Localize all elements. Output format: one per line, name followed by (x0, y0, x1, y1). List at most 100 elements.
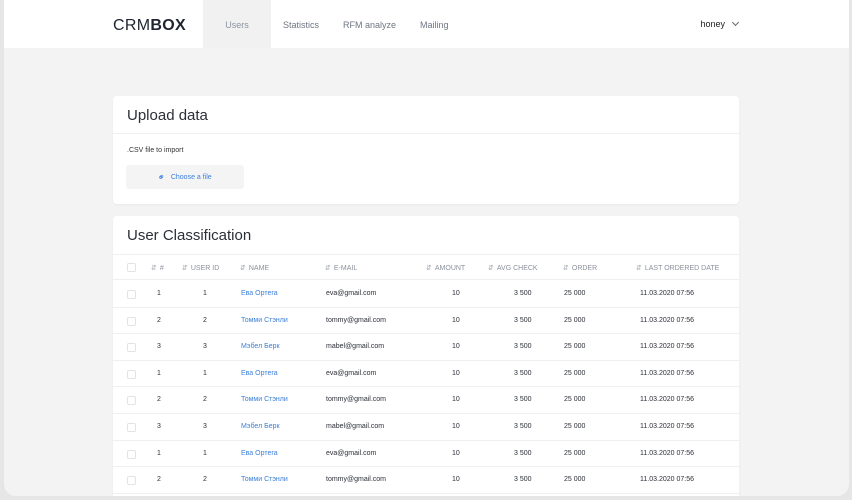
table-row[interactable]: 1 1 Ева Ортега eva@gmail.com 10 3 500 25 000 11… (113, 441, 739, 468)
row-checkbox[interactable] (127, 423, 136, 432)
cell-avg-check: 3 500 (514, 449, 532, 457)
cell-num: 2 (157, 316, 161, 324)
row-checkbox[interactable] (127, 476, 136, 486)
cell-num: 2 (157, 476, 161, 484)
cell-last-ordered-date: 11.03.2020 07:56 (640, 290, 694, 297)
table-row[interactable]: 3 3 Мэбел Берк mabel@gmail.com 10 3 500 25 000… (113, 334, 739, 361)
select-all-checkbox[interactable] (127, 263, 136, 272)
cell-order: 25 000 (564, 369, 586, 377)
cell-avg-check: 3 500 (514, 423, 532, 430)
nav-tab-rfm-analyze[interactable]: RFM analyze (331, 0, 408, 48)
cell-amount: 10 (452, 343, 460, 351)
column-header-avg-check[interactable]: ⇵ AVG CHECK (488, 255, 538, 281)
cell-name[interactable]: Томми Стэнли (241, 387, 288, 413)
cell-email: eva@gmail.com (326, 369, 377, 377)
cell-user-id: 2 (203, 316, 207, 324)
top-navbar: CRMBOX Users Statistics RFM analyze Mail… (4, 0, 849, 48)
cell-num: 1 (157, 369, 161, 377)
logo[interactable]: CRMBOX (113, 17, 186, 35)
column-header-name[interactable]: ⇵ NAME (240, 255, 269, 281)
cell-name[interactable]: Томми Стэнли (241, 308, 288, 334)
table-row[interactable]: 3 3 Мэбел Берк mabel@gmail.com 10 3 500 25 000… (113, 414, 739, 441)
row-checkbox[interactable] (127, 290, 136, 299)
cell-name[interactable]: Ева Ортега (241, 361, 278, 387)
row-checkbox[interactable] (127, 396, 136, 406)
cell-avg-check: 3 500 (514, 396, 532, 404)
table-row[interactable]: 1 1 Ева Ортега eva@gmail.com 10 3 500 25 000 11… (113, 361, 739, 388)
cell-name[interactable]: Мэбел Берк (241, 334, 280, 360)
cell-user-id: 3 (203, 423, 207, 430)
choose-file-label: Choose a file (170, 173, 212, 181)
cell-last-ordered-date: 11.03.2020 07:56 (640, 449, 694, 457)
cell-order: 25 000 (564, 290, 586, 297)
cell-amount: 10 (452, 476, 460, 484)
sort-icon: ⇵ (636, 265, 642, 272)
sort-icon: ⇵ (563, 265, 569, 272)
cell-order: 25 000 (564, 423, 586, 430)
upload-title: Upload data (113, 96, 739, 134)
chevron-down-icon (731, 18, 740, 27)
cell-user-id: 2 (203, 476, 207, 484)
cell-num: 1 (157, 449, 161, 457)
cell-avg-check: 3 500 (514, 316, 532, 324)
column-header-order[interactable]: ⇵ ORDER (563, 255, 597, 281)
sort-icon: ⇵ (240, 265, 246, 272)
classification-title: User Classification (127, 227, 252, 244)
table-row[interactable]: 1 1 Ева Ортега eva@gmail.com 10 3 500 25 000 11… (113, 281, 739, 308)
column-header-amount[interactable]: ⇵ AMOUNT (426, 255, 465, 281)
row-checkbox[interactable] (127, 369, 136, 379)
cell-email: tommy@gmail.com (326, 476, 387, 484)
cell-order: 25 000 (564, 396, 586, 404)
column-header-user-id[interactable]: ⇵ USER ID (182, 255, 219, 281)
nav-tab-users[interactable]: Users (203, 0, 271, 48)
column-header-email[interactable]: ⇵ E-MAIL (325, 255, 357, 281)
nav-tab-mailing[interactable]: Mailing (408, 0, 461, 48)
cell-name[interactable]: Мэбел Берк (241, 414, 280, 440)
link-icon: ⚭ (155, 170, 168, 183)
cell-email: mabel@gmail.com (326, 343, 385, 351)
cell-user-id: 1 (203, 449, 207, 457)
cell-avg-check: 3 500 (514, 369, 532, 377)
sort-icon: ⇵ (426, 265, 432, 272)
nav-tab-statistics[interactable]: Statistics (271, 0, 331, 48)
cell-user-id: 3 (203, 343, 207, 351)
cell-avg-check: 3 500 (514, 343, 532, 351)
cell-name[interactable]: Ева Ортега (241, 441, 278, 467)
cell-amount: 10 (452, 316, 460, 324)
app-window: CRMBOX Users Statistics RFM analyze Mail… (4, 0, 849, 496)
table-row[interactable]: 2 2 Томми Стэнли tommy@gmail.com 10 3 500 25 0… (113, 387, 739, 414)
user-classification-card: User Classification ⇵ # ⇵ USER ID ⇵ NAME ⇵ E… (113, 216, 739, 496)
table-row[interactable]: 2 2 Томми Стэнли tommy@gmail.com 10 3 500 25 0… (113, 467, 739, 494)
cell-last-ordered-date: 11.03.2020 07:56 (640, 343, 694, 351)
column-header-num[interactable]: ⇵ # (151, 255, 164, 281)
cell-amount: 10 (452, 423, 460, 430)
choose-file-button[interactable]: ⚭ Choose a file (126, 165, 244, 189)
cell-email: mabel@gmail.com (326, 423, 385, 430)
cell-order: 25 000 (564, 343, 586, 351)
table-row[interactable]: 2 2 Томми Стэнли tommy@gmail.com 10 3 500 25 0… (113, 308, 739, 335)
cell-num: 2 (157, 396, 161, 404)
cell-user-id: 1 (203, 290, 207, 297)
cell-last-ordered-date: 11.03.2020 07:56 (640, 476, 694, 484)
cell-user-id: 2 (203, 396, 207, 404)
cell-email: eva@gmail.com (326, 290, 377, 297)
row-checkbox[interactable] (127, 343, 136, 353)
cell-email: eva@gmail.com (326, 449, 377, 457)
row-checkbox[interactable] (127, 316, 136, 326)
sort-icon: ⇵ (151, 265, 157, 272)
cell-name[interactable]: Томми Стэнли (241, 467, 288, 493)
column-header-last-ordered-date[interactable]: ⇵ LAST ORDERED DATE (636, 255, 719, 281)
cell-email: tommy@gmail.com (326, 396, 387, 404)
cell-amount: 10 (452, 369, 460, 377)
cell-order: 25 000 (564, 316, 586, 324)
logo-text-crm: CRM (113, 17, 151, 34)
cell-name[interactable]: Ева Ортега (241, 281, 278, 307)
upload-label: .CSV file to import (127, 147, 184, 154)
sort-icon: ⇵ (182, 265, 188, 272)
upload-card: Upload data .CSV file to import ⚭ Choose… (113, 96, 739, 204)
cell-avg-check: 3 500 (514, 290, 532, 297)
cell-last-ordered-date: 11.03.2020 07:56 (640, 396, 694, 404)
row-checkbox[interactable] (127, 449, 136, 459)
cell-order: 25 000 (564, 476, 586, 484)
user-menu[interactable]: honey (700, 18, 740, 29)
